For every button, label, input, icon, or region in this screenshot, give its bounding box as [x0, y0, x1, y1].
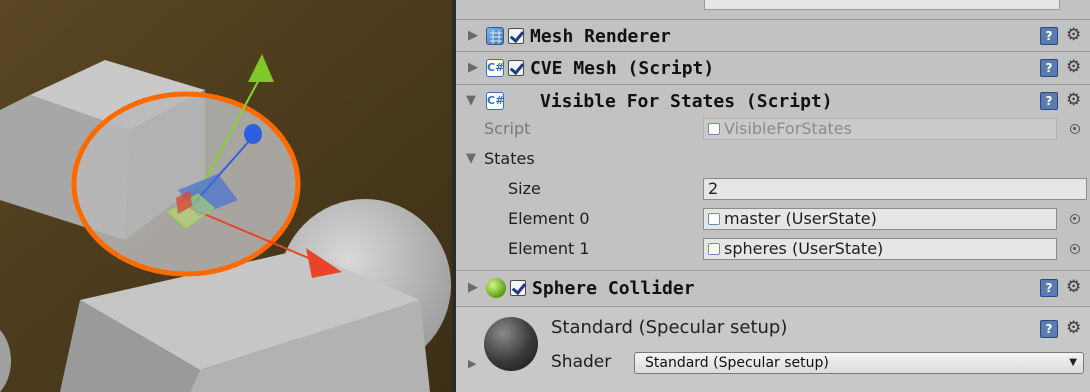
size-row: Size 2 — [456, 177, 1090, 203]
states-label: States — [484, 149, 535, 168]
mesh-renderer-enabled-checkbox[interactable] — [508, 28, 524, 44]
material-section: ▶ Standard (Specular setup) Shader Stand… — [456, 307, 1090, 392]
visible-for-states-header[interactable]: ▼ C# Visible For States (Script) ? ⚙ — [456, 86, 1090, 116]
mesh-renderer-header[interactable]: ▶ Mesh Renderer ? ⚙ — [456, 21, 1090, 51]
element-field[interactable]: master (UserState) — [703, 208, 1057, 230]
gear-icon[interactable]: ⚙ — [1066, 58, 1081, 76]
sphere-collider-icon — [486, 278, 506, 298]
selected-sphere[interactable] — [71, 91, 301, 277]
cve-mesh-header[interactable]: ▶ C# CVE Mesh (Script) ? ⚙ — [456, 53, 1090, 83]
material-name: Standard (Specular setup) — [551, 317, 788, 338]
size-label: Size — [508, 179, 541, 198]
script-field[interactable]: VisibleForStates — [703, 118, 1057, 140]
shader-label: Shader — [551, 352, 612, 372]
gear-icon[interactable]: ⚙ — [1066, 278, 1081, 296]
object-picker-icon[interactable] — [1070, 244, 1080, 254]
mesh-renderer-icon — [486, 27, 504, 45]
script-row: Script VisibleForStates — [456, 117, 1090, 143]
sphere-collider-title: Sphere Collider — [532, 278, 695, 299]
object-picker-icon[interactable] — [1070, 124, 1080, 134]
help-icon[interactable]: ? — [1040, 279, 1058, 297]
inspector-panel: ▶ Mesh Renderer ? ⚙ ▶ C# CVE Mesh (Scrip… — [456, 0, 1090, 392]
help-icon[interactable]: ? — [1040, 320, 1058, 338]
material-preview-sphere[interactable] — [484, 317, 538, 371]
element-label: Element 1 — [508, 239, 590, 258]
mesh-renderer-title: Mesh Renderer — [530, 26, 671, 47]
visible-for-states-title: Visible For States (Script) — [540, 91, 833, 112]
foldout-arrow-icon[interactable]: ▶ — [468, 280, 478, 295]
element-field[interactable]: spheres (UserState) — [703, 238, 1057, 260]
element-value: master (UserState) — [724, 209, 877, 228]
states-foldout-arrow-icon[interactable]: ▼ — [466, 151, 476, 166]
material-foldout-arrow-icon[interactable]: ▶ — [468, 357, 476, 370]
shader-dropdown[interactable]: Standard (Specular setup) ▼ — [634, 352, 1084, 374]
element-value: spheres (UserState) — [724, 239, 884, 258]
element-label: Element 0 — [508, 209, 590, 228]
states-row[interactable]: ▼ States — [456, 147, 1090, 173]
scene-view[interactable] — [0, 0, 452, 392]
sphere-collider-header[interactable]: ▶ Sphere Collider ? ⚙ — [456, 273, 1090, 303]
cve-mesh-title: CVE Mesh (Script) — [530, 58, 715, 79]
foldout-arrow-icon[interactable]: ▼ — [466, 93, 476, 108]
script-asset-icon — [708, 123, 720, 135]
script-field-value: VisibleForStates — [724, 119, 852, 138]
user-state-asset-icon — [708, 243, 720, 255]
size-field[interactable]: 2 — [703, 178, 1087, 200]
help-icon[interactable]: ? — [1040, 59, 1058, 77]
foldout-arrow-icon[interactable]: ▶ — [468, 60, 478, 75]
user-state-asset-icon — [708, 213, 720, 225]
cve-mesh-enabled-checkbox[interactable] — [508, 60, 524, 76]
help-icon[interactable]: ? — [1040, 92, 1058, 110]
script-icon: C# — [486, 59, 504, 77]
foldout-arrow-icon[interactable]: ▶ — [468, 28, 478, 43]
script-icon: C# — [486, 92, 504, 110]
element-row: Element 0 master (UserState) — [456, 207, 1090, 233]
script-label: Script — [484, 119, 531, 138]
z-axis-handle — [244, 124, 262, 144]
help-icon[interactable]: ? — [1040, 27, 1058, 45]
object-picker-icon[interactable] — [1070, 214, 1080, 224]
sphere-collider-enabled-checkbox[interactable] — [510, 280, 526, 296]
gear-icon[interactable]: ⚙ — [1066, 26, 1081, 44]
dropdown-arrow-icon: ▼ — [1069, 357, 1077, 368]
gear-icon[interactable]: ⚙ — [1066, 91, 1081, 109]
gear-icon[interactable]: ⚙ — [1066, 319, 1081, 337]
element-row: Element 1 spheres (UserState) — [456, 237, 1090, 263]
shader-dropdown-value: Standard (Specular setup) — [645, 355, 829, 371]
previous-component-field[interactable] — [704, 0, 1060, 10]
